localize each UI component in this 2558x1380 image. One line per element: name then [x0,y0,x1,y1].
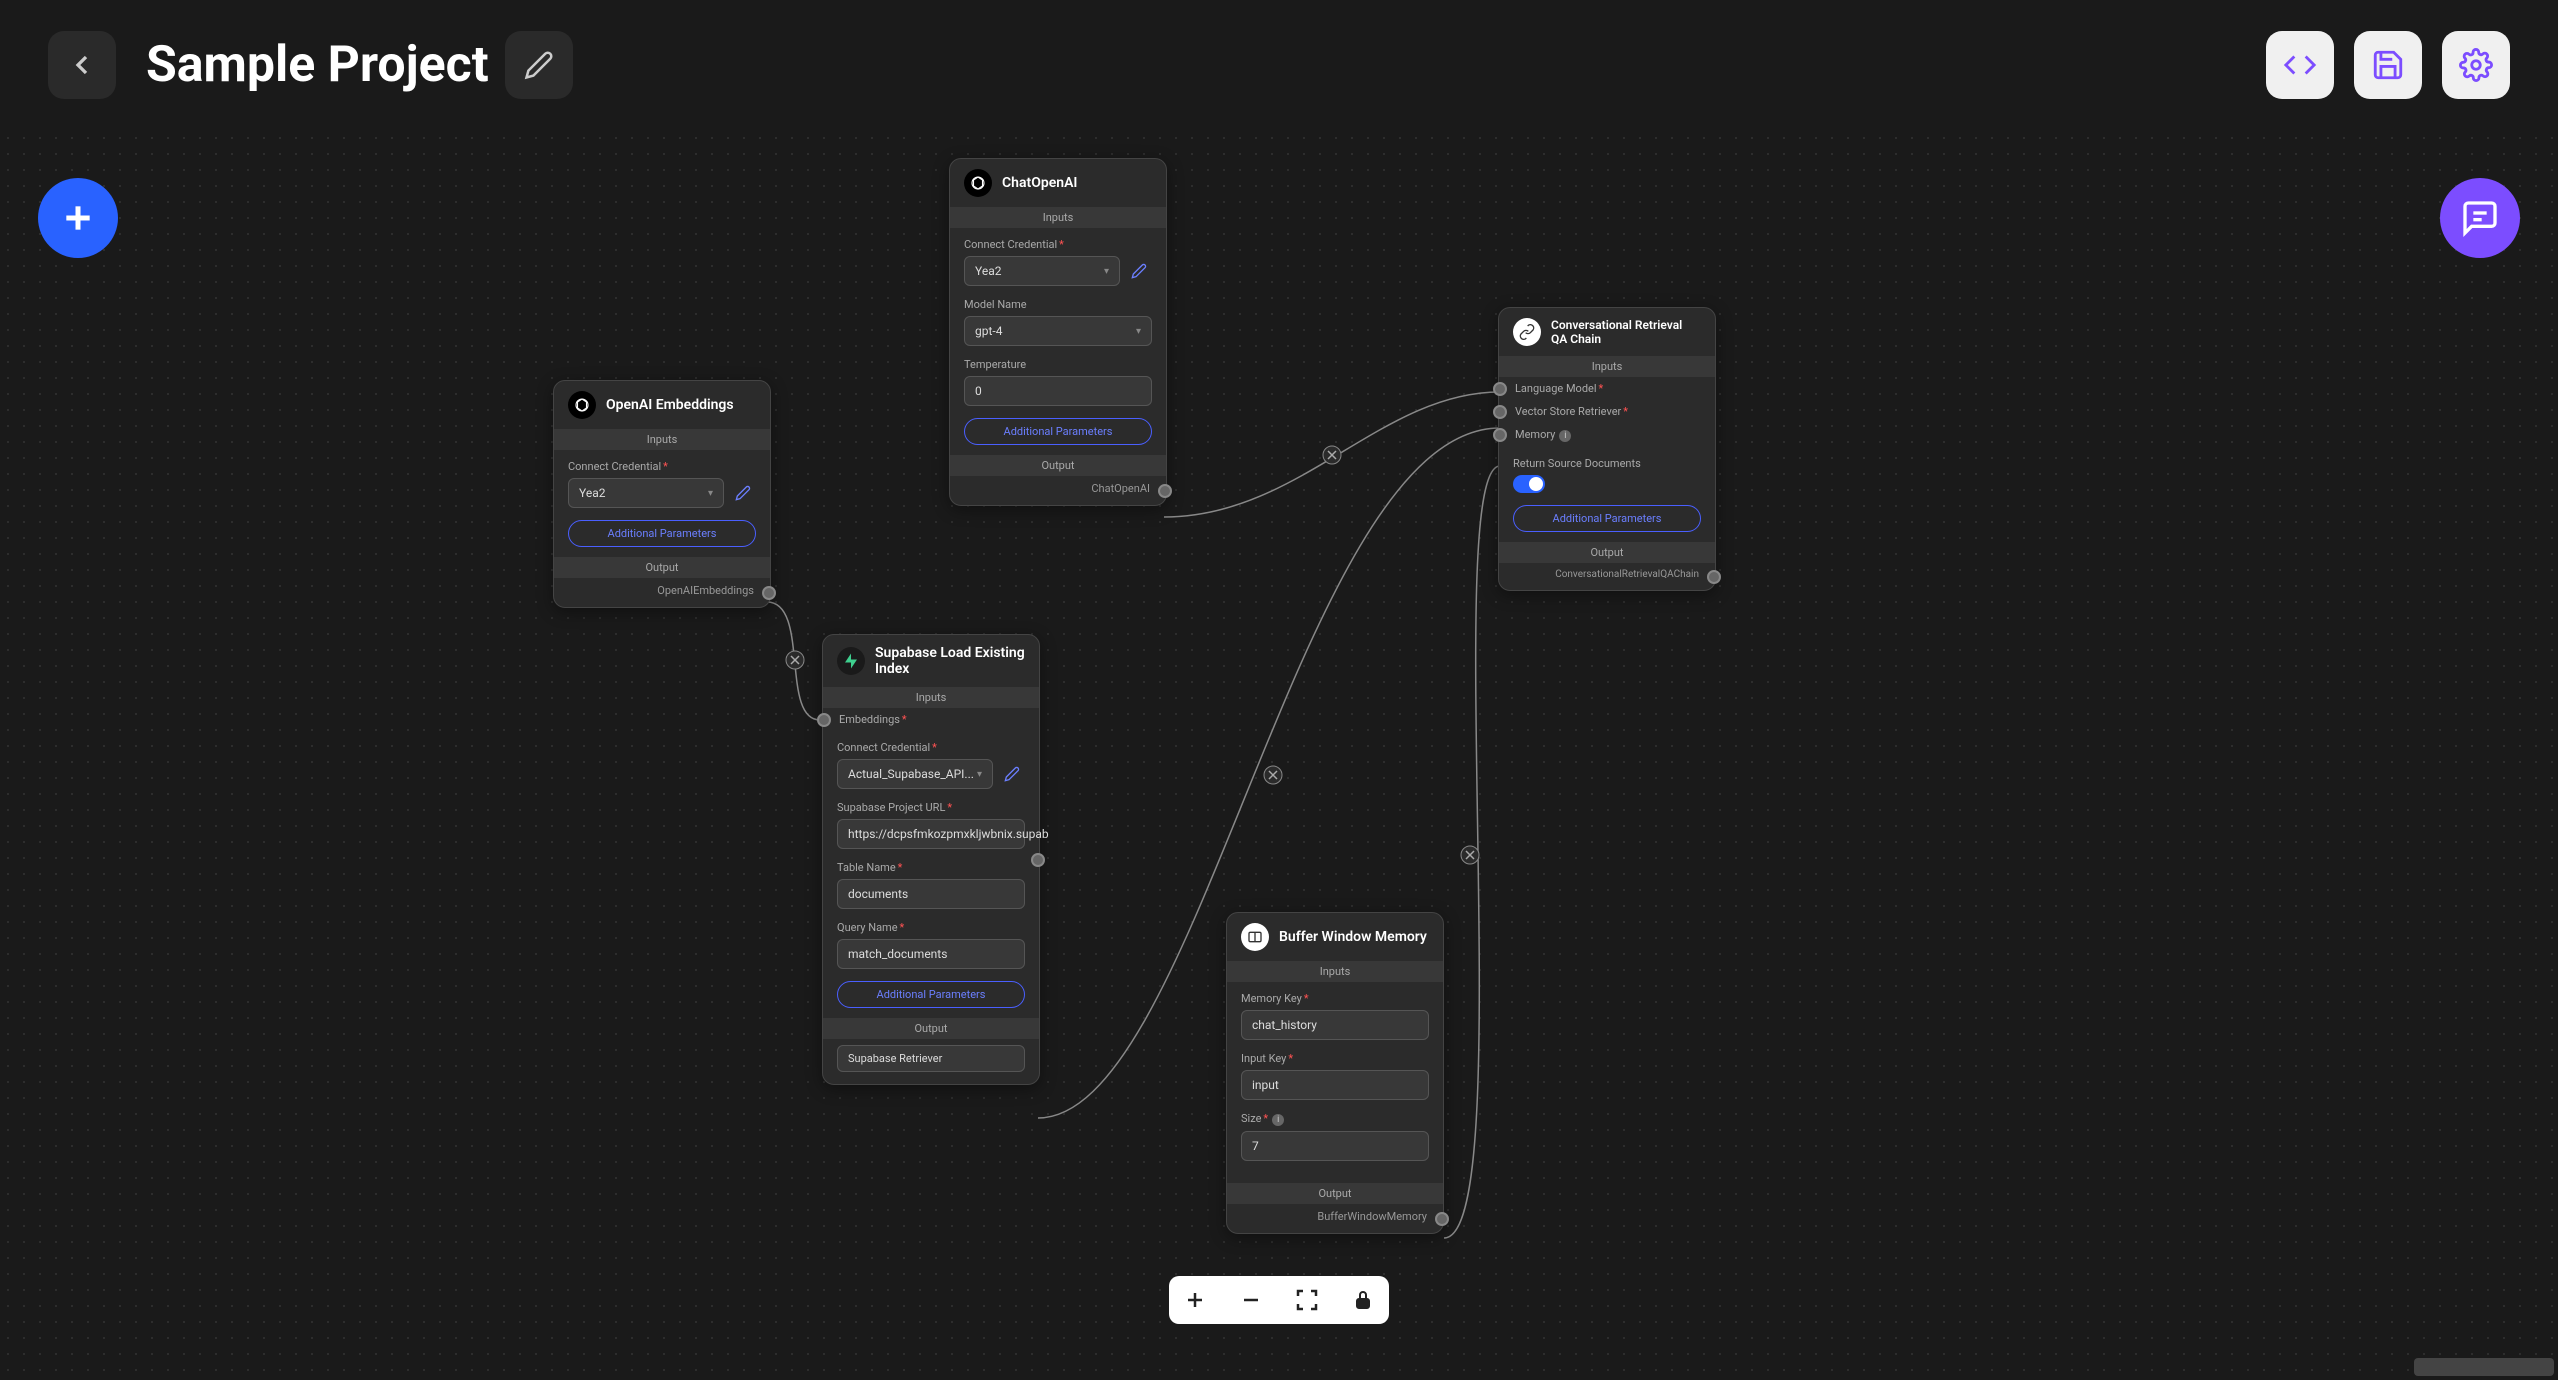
node-conv-chain[interactable]: Conversational Retrieval QA Chain Inputs… [1498,307,1716,591]
return-docs-toggle[interactable] [1513,475,1545,493]
fullscreen-icon [1295,1288,1319,1312]
return-docs-label: Return Source Documents [1513,457,1701,470]
connect-credential-label: Connect Credential* [837,741,1025,754]
pencil-icon [1131,263,1147,279]
plus-icon [58,198,98,238]
input-port-memory[interactable]: Memoryi [1499,423,1715,447]
additional-params-button[interactable]: Additional Parameters [837,981,1025,1008]
code-icon [2283,48,2317,82]
flow-canvas[interactable]: OpenAI Embeddings Inputs Connect Credent… [0,130,2558,1380]
input-port-vector-retriever[interactable]: Vector Store Retriever* [1499,400,1715,423]
output-port-buffer-memory[interactable]: BufferWindowMemory [1227,1204,1443,1233]
output-select-supabase[interactable]: Supabase Retriever [837,1045,1025,1072]
node-title: Buffer Window Memory [1279,929,1427,945]
node-chat-openai[interactable]: ChatOpenAI Inputs Connect Credential* Ye… [949,158,1167,506]
lock-button[interactable] [1347,1284,1379,1316]
connect-credential-select[interactable]: Yea2 [568,478,724,508]
additional-params-button[interactable]: Additional Parameters [568,520,756,547]
settings-button[interactable] [2442,31,2510,99]
gear-icon [2459,48,2493,82]
inputs-header: Inputs [950,207,1166,228]
size-input[interactable]: 7 [1241,1131,1429,1161]
node-openai-embeddings[interactable]: OpenAI Embeddings Inputs Connect Credent… [553,380,771,608]
input-key-label: Input Key* [1241,1052,1429,1065]
code-button[interactable] [2266,31,2334,99]
model-name-label: Model Name [964,298,1152,311]
plus-icon [1183,1288,1207,1312]
node-title: ChatOpenAI [1002,175,1077,191]
chain-icon [1513,318,1541,346]
zoom-in-button[interactable] [1179,1284,1211,1316]
openai-icon [964,169,992,197]
size-label: Size*i [1241,1112,1429,1126]
openai-icon [568,391,596,419]
additional-params-button[interactable]: Additional Parameters [1513,505,1701,532]
horizontal-scrollbar[interactable] [2414,1358,2554,1376]
fit-view-button[interactable] [1291,1284,1323,1316]
inputs-header: Inputs [1227,961,1443,982]
pencil-icon [1004,766,1020,782]
inputs-header: Inputs [1499,356,1715,377]
back-button[interactable] [48,31,116,99]
edit-credential-button[interactable] [999,761,1025,787]
query-name-label: Query Name* [837,921,1025,934]
inputs-header: Inputs [554,429,770,450]
memory-icon [1241,923,1269,951]
connect-credential-select[interactable]: Yea2 [964,256,1120,286]
model-name-select[interactable]: gpt-4 [964,316,1152,346]
table-name-label: Table Name* [837,861,1025,874]
pencil-icon [524,50,554,80]
connect-credential-select[interactable]: Actual_Supabase_API... [837,759,993,789]
output-header: Output [554,557,770,578]
temperature-input[interactable]: 0 [964,376,1152,406]
output-port-openai-embeddings[interactable]: OpenAIEmbeddings [554,578,770,607]
project-url-label: Supabase Project URL* [837,801,1025,814]
input-key-input[interactable]: input [1241,1070,1429,1100]
connect-credential-label: Connect Credential* [964,238,1152,251]
info-icon[interactable]: i [1272,1114,1284,1126]
node-supabase[interactable]: Supabase Load Existing Index Inputs Embe… [822,634,1040,1085]
output-port-conv-chain[interactable]: ConversationalRetrievalQAChain [1499,563,1715,590]
add-node-button[interactable] [38,178,118,258]
save-icon [2371,48,2405,82]
chat-icon [2460,198,2500,238]
connect-credential-label: Connect Credential* [568,460,756,473]
edit-title-button[interactable] [505,31,573,99]
project-url-input[interactable]: https://dcpsfmkozpmxkljwbnix.supab [837,819,1025,849]
zoom-out-button[interactable] [1235,1284,1267,1316]
additional-params-button[interactable]: Additional Parameters [964,418,1152,445]
output-header: Output [950,455,1166,476]
zoom-controls [1169,1276,1389,1324]
memory-key-label: Memory Key* [1241,992,1429,1005]
query-name-input[interactable]: match_documents [837,939,1025,969]
info-icon[interactable]: i [1559,430,1571,442]
lock-icon [1351,1288,1375,1312]
node-title: Conversational Retrieval QA Chain [1551,318,1701,346]
table-name-input[interactable]: documents [837,879,1025,909]
pencil-icon [735,485,751,501]
output-header: Output [1499,542,1715,563]
input-port-embeddings[interactable]: Embeddings* [823,708,1039,731]
edit-credential-button[interactable] [730,480,756,506]
node-title: OpenAI Embeddings [606,397,734,413]
input-port-language-model[interactable]: Language Model* [1499,377,1715,400]
minus-icon [1239,1288,1263,1312]
project-title: Sample Project [146,36,489,94]
output-header: Output [1227,1183,1443,1204]
node-buffer-memory[interactable]: Buffer Window Memory Inputs Memory Key* … [1226,912,1444,1234]
chat-button[interactable] [2440,178,2520,258]
inputs-header: Inputs [823,687,1039,708]
output-port-chat-openai[interactable]: ChatOpenAI [950,476,1166,505]
app-header: Sample Project [0,0,2558,130]
edit-credential-button[interactable] [1126,258,1152,284]
temperature-label: Temperature [964,358,1152,371]
node-title: Supabase Load Existing Index [875,645,1025,677]
save-button[interactable] [2354,31,2422,99]
chevron-left-icon [66,49,98,81]
memory-key-input[interactable]: chat_history [1241,1010,1429,1040]
output-header: Output [823,1018,1039,1039]
supabase-icon [837,647,865,675]
